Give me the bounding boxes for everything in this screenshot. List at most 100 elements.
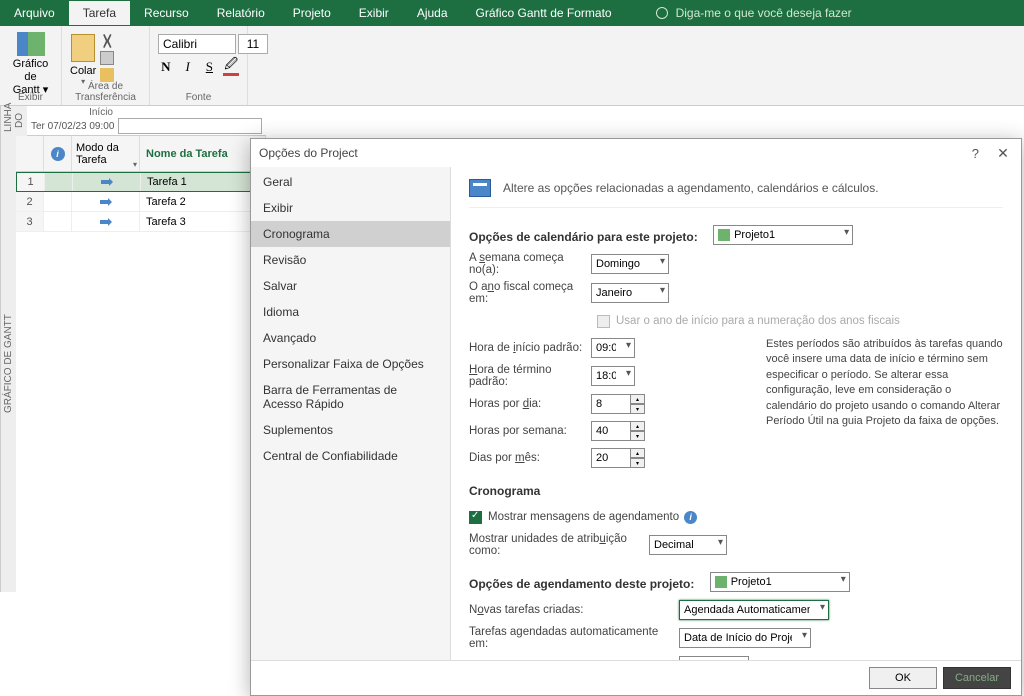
cut-icon[interactable] [100,34,114,48]
nav-avancado[interactable]: Avançado [251,325,450,351]
fiscal-year-label: O ano fiscal começa em: [469,281,591,305]
info-icon[interactable]: i [684,511,697,524]
start-time-select[interactable]: 09:00 [591,338,635,358]
group-label-fonte: Fonte [150,92,247,103]
sched-project-select[interactable]: Projeto1 [710,572,850,592]
tab-relatorio[interactable]: Relatório [203,1,279,25]
dialog-help-button[interactable]: ? [972,146,979,161]
nav-trust-center[interactable]: Central de Confiabilidade [251,443,450,469]
spin-down[interactable]: ▾ [631,458,645,468]
group-label-clipboard: Área de Transferência [62,81,149,103]
fiscal-numbering-label: Usar o ano de início para a numeração do… [616,315,900,327]
auto-schedule-icon [100,176,114,188]
show-messages-checkbox[interactable] [469,511,482,524]
spin-down[interactable]: ▾ [631,404,645,414]
cancel-button[interactable]: Cancelar [943,667,1011,689]
hours-day-label: Horas por dia: [469,398,591,410]
hours-week-label: Horas por semana: [469,425,591,437]
task-row-1[interactable]: 1 Tarefa 1 [16,172,266,192]
tell-me-text: Diga-me o que você deseja fazer [676,6,852,20]
nav-quick-access[interactable]: Barra de Ferramentas de Acesso Rápido [251,377,450,417]
tab-exibir[interactable]: Exibir [345,1,403,25]
calendar-project-select[interactable]: Projeto1 [713,225,853,245]
tab-arquivo[interactable]: Arquivo [0,1,69,25]
nav-idioma[interactable]: Idioma [251,299,450,325]
dialog-close-button[interactable]: ✕ [993,143,1013,163]
options-dialog: Opções do Project ? ✕ Geral Exibir Crono… [250,138,1022,696]
task-row-3[interactable]: 3 Tarefa 3 [16,212,266,232]
italic-button[interactable]: I [180,58,196,76]
days-month-label: Dias por mês: [469,452,591,464]
duration-select[interactable]: Dias [679,656,749,660]
spin-down[interactable]: ▾ [631,431,645,441]
tab-ajuda[interactable]: Ajuda [403,1,462,25]
grid-header: i Modo da Tarefa▾ Nome da Tarefa [16,136,266,172]
auto-sched-select[interactable]: Data de Início do Projeto [679,628,811,648]
nav-revisao[interactable]: Revisão [251,247,450,273]
nav-salvar[interactable]: Salvar [251,273,450,299]
tab-recurso[interactable]: Recurso [130,1,203,25]
gantt-vert-label: GRÁFICO DE GANTT [0,136,16,592]
font-color-button[interactable]: 🖉 [223,58,239,76]
timeline-vert-label: LINHA DO [0,106,27,136]
format-painter-icon[interactable] [100,68,114,82]
ok-button[interactable]: OK [869,667,937,689]
schedule-header-text: Altere as opções relacionadas a agendame… [503,181,879,195]
days-month-input[interactable] [591,448,631,468]
copy-icon[interactable] [100,51,114,65]
project-icon [718,229,730,241]
start-time-label: Hora de início padrão: [469,342,591,354]
section-sched-title: Opções de agendamento deste projeto: [469,577,694,591]
units-select[interactable]: Decimal [649,535,727,555]
section-calendar-title: Opções de calendário para este projeto: [469,230,698,244]
task-row-2[interactable]: 2 Tarefa 2 [16,192,266,212]
gantt-chart-button[interactable]: Gráfico de Gantt ▾ [8,30,53,100]
nav-suplementos[interactable]: Suplementos [251,417,450,443]
fiscal-year-select[interactable]: Janeiro [591,283,669,303]
inicio-label: Início [31,107,113,118]
spin-up[interactable]: ▴ [631,448,645,458]
tab-tarefa[interactable]: Tarefa [69,1,130,25]
inicio-date: Ter 07/02/23 09:00 [31,121,114,132]
info-icon: i [51,147,65,161]
timeline-track[interactable] [118,118,262,134]
dialog-content[interactable]: Altere as opções relacionadas a agendame… [451,167,1021,660]
calendar-description: Estes períodos são atribuídos às tarefas… [766,337,1003,429]
group-label-exibir: Exibir [0,92,61,103]
paste-icon [71,34,95,62]
schedule-header-icon [469,179,491,197]
font-name-select[interactable] [158,34,236,54]
dialog-title: Opções do Project [259,146,972,160]
auto-schedule-icon [99,216,113,228]
nav-personalizar[interactable]: Personalizar Faixa de Opções [251,351,450,377]
ribbon-tabs: Arquivo Tarefa Recurso Relatório Projeto… [0,0,1024,26]
underline-button[interactable]: S [202,58,218,76]
end-time-select[interactable]: 18:00 [591,366,635,386]
new-tasks-select[interactable]: Agendada Automaticamente [679,600,829,620]
auto-sched-label: Tarefas agendadas automaticamente em: [469,626,679,650]
end-time-label: Hora de término padrão: [469,364,591,388]
font-size-select[interactable] [238,34,268,54]
project-icon [715,576,727,588]
nav-geral[interactable]: Geral [251,169,450,195]
auto-schedule-icon [99,196,113,208]
new-tasks-label: Novas tarefas criadas: [469,604,679,616]
tell-me-search[interactable]: Diga-me o que você deseja fazer [646,2,862,24]
col-header-name[interactable]: Nome da Tarefa [140,136,266,171]
col-header-mode[interactable]: Modo da Tarefa▾ [72,136,140,171]
units-label: Mostrar unidades de atribuição como: [469,533,649,557]
nav-exibir[interactable]: Exibir [251,195,450,221]
tab-gantt-formato[interactable]: Gráfico Gantt de Formato [462,1,626,25]
paste-button[interactable]: Colar ▾ [70,34,96,86]
nav-cronograma[interactable]: Cronograma [251,221,450,247]
ribbon-content: Gráfico de Gantt ▾ Exibir Colar ▾ Área d… [0,26,1024,106]
bold-button[interactable]: N [158,58,174,76]
week-start-select[interactable]: Domingo [591,254,669,274]
bulb-icon [656,7,668,19]
spin-up[interactable]: ▴ [631,394,645,404]
dialog-nav: Geral Exibir Cronograma Revisão Salvar I… [251,167,451,660]
hours-week-input[interactable] [591,421,631,441]
spin-up[interactable]: ▴ [631,421,645,431]
tab-projeto[interactable]: Projeto [279,1,345,25]
hours-day-input[interactable] [591,394,631,414]
